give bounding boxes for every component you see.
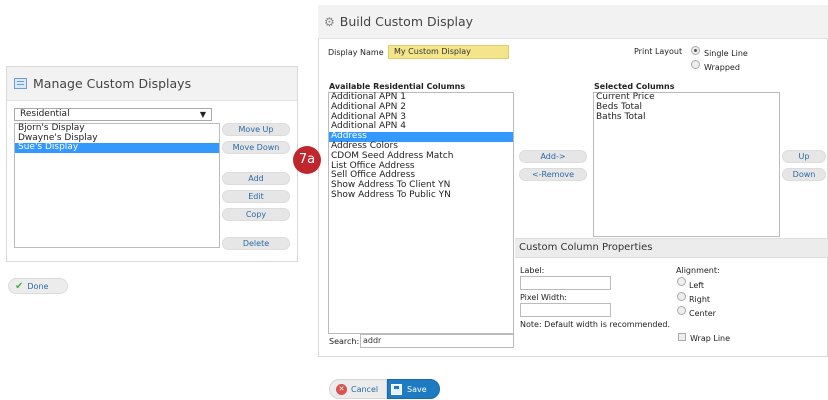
cancel-button[interactable]: ✕ Cancel [329, 379, 387, 399]
add-button[interactable]: Add [222, 172, 290, 185]
wrapped-label: Wrapped [704, 63, 740, 72]
list-item-selected[interactable]: Sue's Display [15, 142, 219, 153]
close-icon: ✕ [336, 383, 347, 395]
align-right-radio[interactable] [677, 292, 686, 301]
cancel-label: Cancel [351, 384, 379, 394]
align-center-radio[interactable] [677, 306, 686, 315]
pixel-width-input[interactable] [520, 303, 611, 317]
move-up-button[interactable]: Move Up [222, 123, 290, 136]
list-item[interactable]: Baths Total [594, 112, 779, 123]
align-right-label: Right [689, 295, 711, 304]
selected-columns-list[interactable]: Current Price Beds Total Baths Total [593, 92, 780, 237]
align-center-label: Center [689, 309, 716, 318]
display-list[interactable]: Bjorn's Display Dwayne's Display Sue's D… [14, 123, 220, 248]
alignment-label: Alignment: [676, 266, 720, 275]
move-column-down-button[interactable]: Down [782, 168, 826, 181]
check-icon: ✔ [15, 280, 24, 292]
display-name-input[interactable]: My Custom Display [388, 45, 509, 59]
manage-panel-header: Manage Custom Displays [7, 67, 297, 101]
manage-panel-title: Manage Custom Displays [33, 76, 192, 91]
edit-button[interactable]: Edit [222, 190, 290, 203]
single-line-label: Single Line [704, 49, 748, 58]
label-field-label: Label: [520, 266, 545, 275]
save-button[interactable]: Save [387, 379, 440, 399]
add-column-button[interactable]: Add-> [519, 150, 587, 163]
list-icon [14, 78, 27, 89]
build-panel-header: ⚙ Build Custom Display [318, 5, 828, 39]
wrap-line-label: Wrap Line [690, 334, 731, 343]
wrap-line-checkbox[interactable] [678, 333, 686, 341]
build-panel-title: Build Custom Display [339, 14, 474, 29]
pixel-width-label: Pixel Width: [520, 293, 567, 302]
copy-button[interactable]: Copy [222, 208, 290, 221]
available-columns-list[interactable]: Additional APN 1 Additional APN 2 Additi… [328, 92, 514, 334]
move-column-up-button[interactable]: Up [782, 150, 826, 163]
remove-column-button[interactable]: <-Remove [519, 168, 587, 181]
move-down-button[interactable]: Move Down [222, 141, 290, 154]
save-icon [391, 383, 402, 395]
width-note: Note: Default width is recommended. [520, 320, 671, 329]
print-layout-label: Print Layout [634, 47, 683, 56]
list-item[interactable]: Show Address To Public YN [329, 190, 513, 201]
category-select[interactable]: Residential ▼ [14, 108, 212, 121]
column-label-input[interactable] [520, 276, 611, 290]
done-label: Done [27, 281, 49, 291]
single-line-radio[interactable] [691, 46, 700, 55]
gear-icon: ⚙ [324, 14, 335, 29]
selected-columns-header: Selected Columns [594, 82, 675, 91]
save-label: Save [407, 384, 427, 394]
wrapped-radio[interactable] [691, 60, 700, 69]
custom-column-properties-header: Custom Column Properties [515, 238, 828, 258]
display-name-label: Display Name [328, 48, 384, 57]
search-input[interactable]: addr [360, 334, 514, 348]
step-callout-badge: 7a [293, 146, 321, 174]
search-label: Search: [329, 337, 360, 346]
category-select-value: Residential [20, 109, 70, 119]
chevron-down-icon: ▼ [199, 110, 206, 119]
done-button[interactable]: ✔ Done [8, 278, 68, 294]
available-columns-header: Available Residential Columns [329, 82, 466, 91]
align-left-radio[interactable] [677, 277, 686, 286]
delete-button[interactable]: Delete [222, 237, 290, 250]
align-left-label: Left [689, 281, 705, 290]
